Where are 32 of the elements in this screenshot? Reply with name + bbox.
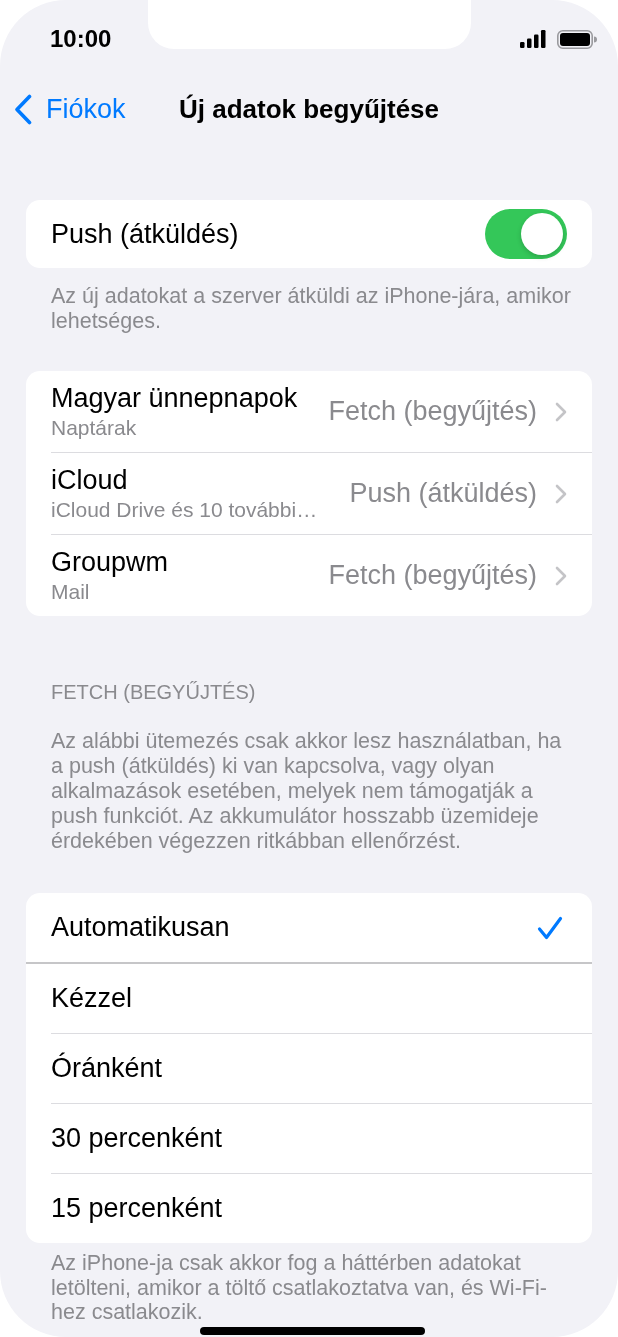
section-footer: Az iPhone-ja csak akkor fog a háttérben adatokat letölteni, amikor a töltő csatlakoztatva van, és Wi-Fi-hez csatlakozik.	[26, 1251, 592, 1325]
toggle-switch[interactable]	[485, 209, 567, 259]
chevron-right-icon	[555, 565, 567, 586]
account-row[interactable]: Groupwm Mail Fetch (begyűjtés)	[26, 535, 592, 616]
setting-label: Push (átküldés)	[51, 218, 239, 250]
status-time: 10:00	[50, 25, 112, 53]
account-row[interactable]: Magyar ünnepnapok Naptárak Fetch (begyűjtés)	[26, 371, 592, 452]
section-header: FETCH (BEGYŰJTÉS)	[50, 680, 257, 705]
account-detail: Naptárak	[51, 415, 138, 441]
option-row[interactable]: Automatikusan	[26, 893, 592, 962]
signal-icon	[520, 30, 546, 48]
account-name: Magyar ünnepnapok	[51, 382, 299, 414]
option-row[interactable]: Kézzel	[26, 964, 592, 1033]
account-name: iCloud	[51, 464, 129, 496]
option-row[interactable]: 30 percenként	[26, 1104, 592, 1173]
battery-icon	[557, 29, 597, 49]
account-row[interactable]: iCloud iCloud Drive és 10 további… Push (átküldés)	[26, 453, 592, 534]
section-footer: Az új adatokat a szerver átküldi az iPhone-jára, amikor lehetséges.	[26, 284, 592, 334]
back-button[interactable]: Fiókok	[14, 93, 126, 125]
option-row[interactable]: 15 percenként	[26, 1174, 592, 1243]
option-row[interactable]: Óránként	[26, 1034, 592, 1103]
chevron-right-icon	[555, 401, 567, 422]
account-name: Groupwm	[51, 546, 170, 578]
account-detail: Mail	[51, 579, 91, 605]
fetch-mode-value: Fetch (begyűjtés)	[328, 396, 537, 427]
fetch-mode-value: Fetch (begyűjtés)	[328, 560, 537, 591]
chevron-left-icon	[14, 93, 32, 125]
section-description: Az alábbi ütemezés csak akkor lesz használatban, ha a push (átküldés) ki van kapcsolva, vagy olyan alkalmazások esetében, melyek nem támogatják a push funkciót. Az akkumulátor hosszabb üzemideje érdekében végezzen ritkábban ellenőrzést.	[50, 729, 563, 854]
fetch-mode-value: Push (átküldés)	[349, 478, 537, 509]
account-detail: iCloud Drive és 10 további…	[51, 497, 319, 523]
chevron-right-icon	[555, 483, 567, 504]
page-title: Új adatok begyűjtése	[178, 93, 440, 125]
